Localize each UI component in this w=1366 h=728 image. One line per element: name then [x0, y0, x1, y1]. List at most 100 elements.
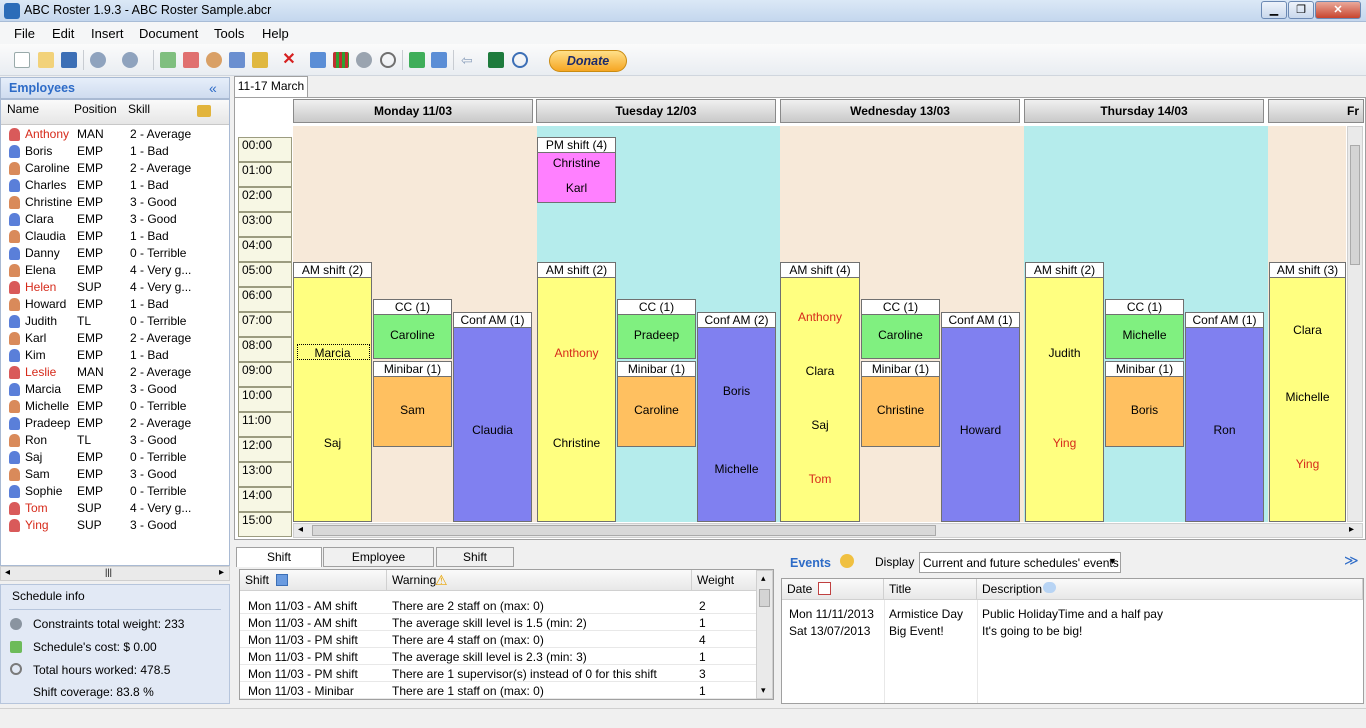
shift-thu-minibar[interactable]: Minibar (1) Boris — [1105, 361, 1184, 447]
employee-row[interactable]: Caroline EMP 2 - Average — [1, 160, 229, 177]
day-header-friday[interactable]: Fr — [1268, 99, 1364, 123]
shift-mon-minibar[interactable]: Minibar (1) Sam — [373, 361, 452, 447]
add-employee-icon[interactable] — [206, 52, 222, 68]
shift-mon-am[interactable]: AM shift (2) Marcia Saj — [293, 262, 372, 522]
column-weight[interactable]: Weight — [692, 570, 758, 591]
auto-schedule-icon[interactable] — [252, 52, 268, 68]
staff-name[interactable]: Christine — [538, 436, 615, 450]
redo-icon[interactable] — [122, 52, 138, 68]
staff-name[interactable]: Anthony — [781, 310, 859, 324]
staff-name[interactable]: Howard — [942, 423, 1019, 437]
shift-wed-cc[interactable]: CC (1) Caroline — [861, 299, 940, 359]
grid-view-icon[interactable] — [333, 52, 349, 68]
add-event-icon[interactable] — [229, 52, 245, 68]
fit-view-icon[interactable] — [409, 52, 425, 68]
day-header-tuesday[interactable]: Tuesday 12/03 — [536, 99, 776, 123]
column-warning[interactable]: Warning ⚠ — [387, 570, 692, 591]
add-shift-icon[interactable] — [160, 52, 176, 68]
staff-name[interactable]: Anthony — [538, 346, 615, 360]
column-shift[interactable]: Shift — [240, 570, 387, 591]
tab-shift-constraints[interactable]: Shift Constraints — [236, 547, 322, 582]
staff-name[interactable]: Claudia — [454, 423, 531, 437]
calendar-icon[interactable] — [183, 52, 199, 68]
employee-row[interactable]: Ron TL 3 - Good — [1, 432, 229, 449]
staff-name[interactable]: Boris — [698, 384, 775, 398]
back-arrow-icon[interactable]: ⇦ — [461, 52, 477, 68]
donate-button[interactable]: Donate — [549, 50, 627, 72]
column-description[interactable]: Description — [977, 579, 1363, 600]
shift-wed-conf[interactable]: Conf AM (1) Howard — [941, 312, 1020, 522]
employee-row[interactable]: Sam EMP 3 - Good — [1, 466, 229, 483]
shift-thu-conf[interactable]: Conf AM (1) Ron — [1185, 312, 1264, 522]
employee-row[interactable]: Judith TL 0 - Terrible — [1, 313, 229, 330]
employee-row[interactable]: Claudia EMP 1 - Bad — [1, 228, 229, 245]
constraint-row[interactable]: Mon 11/03 - AM shift There are 2 staff on… — [240, 597, 758, 614]
constraint-row[interactable]: Mon 11/03 - Minibar There are 1 staff on … — [240, 682, 758, 699]
maximize-button[interactable]: ❐ — [1288, 1, 1314, 19]
staff-name[interactable]: Karl — [538, 181, 615, 195]
menu-tools[interactable]: Tools — [214, 26, 244, 41]
excel-export-icon[interactable] — [488, 52, 504, 68]
employee-row[interactable]: Elena EMP 4 - Very g... — [1, 262, 229, 279]
day-header-monday[interactable]: Monday 11/03 — [293, 99, 533, 123]
staff-name[interactable]: Ying — [1270, 457, 1345, 471]
shift-mon-cc[interactable]: CC (1) Caroline — [373, 299, 452, 359]
tab-employee-constraints[interactable]: Employee Constraints — [323, 547, 434, 582]
clock-icon[interactable] — [380, 52, 396, 68]
employee-row[interactable]: Leslie MAN 2 - Average — [1, 364, 229, 381]
tab-shift-coverage[interactable]: Shift coverage — [436, 547, 514, 582]
shift-wed-am[interactable]: AM shift (4) Anthony Clara Saj Tom — [780, 262, 860, 522]
calendar-vertical-scrollbar[interactable] — [1347, 126, 1363, 522]
employee-row[interactable]: Helen SUP 4 - Very g... — [1, 279, 229, 296]
undo-icon[interactable] — [90, 52, 106, 68]
staff-name[interactable]: Ron — [1186, 423, 1263, 437]
zoom-icon[interactable] — [512, 52, 528, 68]
employee-row[interactable]: Kim EMP 1 - Bad — [1, 347, 229, 364]
staff-name[interactable]: Clara — [781, 364, 859, 378]
column-position[interactable]: Position — [74, 102, 117, 124]
employee-row[interactable]: Anthony MAN 2 - Average — [1, 126, 229, 143]
broom-icon[interactable] — [840, 554, 854, 568]
calendar-horizontal-scrollbar[interactable]: ◂ ▸ — [293, 523, 1363, 538]
employee-row[interactable]: Michelle EMP 0 - Terrible — [1, 398, 229, 415]
employee-row[interactable]: Ying SUP 3 - Good — [1, 517, 229, 534]
shift-tue-cc[interactable]: CC (1) Pradeep — [617, 299, 696, 359]
scroll-thumb[interactable] — [759, 589, 770, 607]
staff-name[interactable]: Michelle — [1270, 390, 1345, 404]
constraint-row[interactable]: Mon 11/03 - AM shift The average skill le… — [240, 614, 758, 631]
staff-name[interactable]: Boris — [1106, 403, 1183, 417]
shift-tue-conf[interactable]: Conf AM (2) Boris Michelle — [697, 312, 776, 522]
column-skill[interactable]: Skill — [128, 102, 150, 124]
lock-icon[interactable] — [197, 105, 211, 117]
event-row[interactable]: Sat 13/07/2013 Big Event! It's going to be… — [782, 622, 1362, 639]
staff-name[interactable]: Caroline — [618, 403, 695, 417]
display-select[interactable]: Current and future schedules' events ▼ — [919, 552, 1121, 573]
link-icon[interactable] — [356, 52, 372, 68]
constraint-row[interactable]: Mon 11/03 - PM shift The average skill le… — [240, 648, 758, 665]
save-icon[interactable] — [61, 52, 77, 68]
staff-name[interactable]: Tom — [781, 472, 859, 486]
scroll-right-icon[interactable]: ▸ — [1349, 524, 1354, 535]
properties-icon[interactable] — [310, 52, 326, 68]
delete-icon[interactable]: ✕ — [281, 52, 297, 68]
staff-name[interactable]: Saj — [294, 436, 371, 450]
employee-row[interactable]: Tom SUP 4 - Very g... — [1, 500, 229, 517]
event-row[interactable]: Mon 11/11/2013 Armistice Day Public Holida… — [782, 605, 1362, 622]
shift-tue-am[interactable]: AM shift (2) Anthony Christine — [537, 262, 616, 522]
column-name[interactable]: Name — [7, 102, 39, 124]
constraints-vertical-scrollbar[interactable]: ▴ ▾ — [756, 570, 773, 699]
scroll-thumb[interactable] — [312, 525, 936, 536]
scroll-up-icon[interactable]: ▴ — [761, 573, 766, 584]
column-title[interactable]: Title — [884, 579, 977, 600]
new-document-icon[interactable] — [14, 52, 30, 68]
staff-name[interactable]: Ying — [1026, 436, 1103, 450]
employee-row[interactable]: Boris EMP 1 - Bad — [1, 143, 229, 160]
staff-name[interactable]: Pradeep — [618, 328, 695, 342]
employee-row[interactable]: Karl EMP 2 - Average — [1, 330, 229, 347]
staff-name[interactable]: Christine — [862, 403, 939, 417]
tab-week[interactable]: 11-17 March — [234, 76, 308, 97]
scroll-down-icon[interactable]: ▾ — [761, 685, 766, 696]
scroll-left-icon[interactable]: ◂ — [5, 567, 10, 578]
staff-name[interactable]: Caroline — [862, 328, 939, 342]
staff-name[interactable]: Saj — [781, 418, 859, 432]
